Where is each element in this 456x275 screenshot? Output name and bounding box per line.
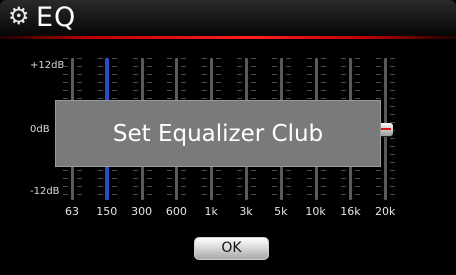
title-bar: ⚙ EQ — [0, 0, 456, 36]
status-overlay: Set Equalizer Club — [55, 100, 381, 167]
ok-button[interactable]: OK — [194, 237, 269, 260]
gear-icon: ⚙ — [8, 2, 30, 30]
band-frequency-label: 20k — [375, 205, 396, 218]
title-underline — [0, 36, 456, 39]
eq-screen: ⚙ EQ +12dB 0dB -12dB 63 150 300 600 1k 3k 5k 10… — [0, 0, 456, 275]
overlay-message: Set Equalizer Club — [112, 121, 324, 147]
page-title: EQ — [36, 2, 77, 33]
